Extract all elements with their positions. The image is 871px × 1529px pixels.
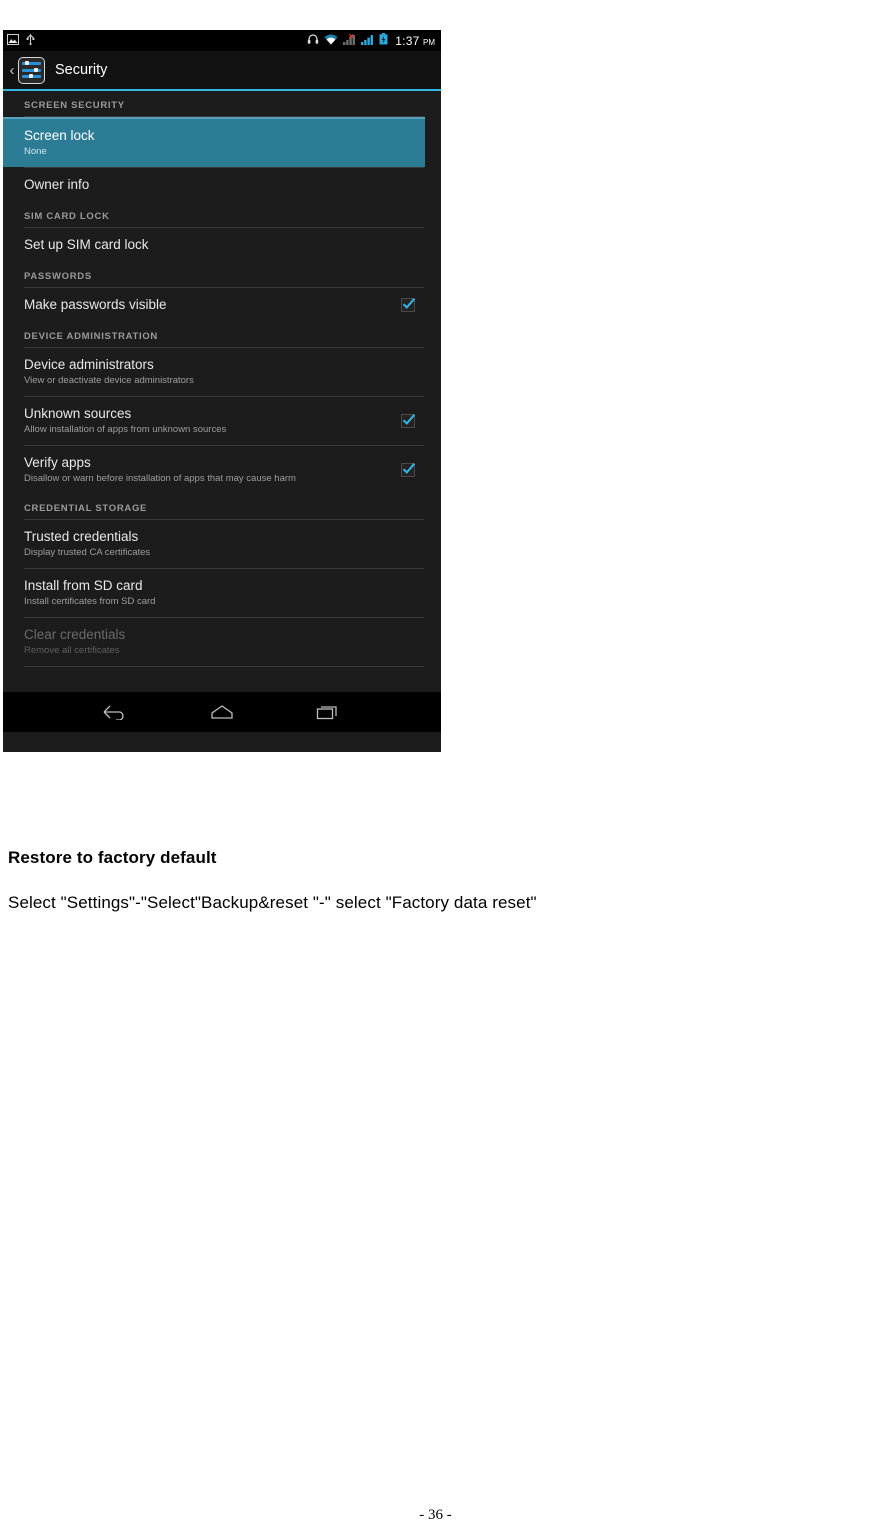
screenshot-icon bbox=[7, 32, 19, 50]
settings-row[interactable]: Make passwords visible bbox=[3, 288, 441, 322]
android-screenshot: 1:37 PM ‹ Security SCREEN SECURITY Screen… bbox=[3, 30, 441, 752]
row-title: Trusted credentials bbox=[24, 529, 139, 544]
row-checkbox[interactable] bbox=[401, 463, 416, 477]
settings-row[interactable]: Verify apps Disallow or warn before insta… bbox=[3, 446, 441, 494]
no-sim-signal-icon bbox=[343, 32, 356, 50]
clock-time: 1:37 bbox=[395, 33, 420, 48]
status-bar-clock: 1:37 PM bbox=[395, 35, 435, 47]
slider-bar-1 bbox=[22, 61, 41, 66]
page-number-footer: - 36 - bbox=[419, 1507, 452, 1523]
row-title: Screen lock bbox=[24, 128, 95, 143]
settings-row: Clear credentials Remove all certificates bbox=[3, 618, 441, 666]
row-checkbox[interactable] bbox=[401, 414, 416, 428]
row-subtitle: View or deactivate device administrators bbox=[24, 375, 194, 386]
clock-meridiem: PM bbox=[423, 37, 435, 47]
settings-row[interactable]: Device administrators View or deactivate … bbox=[3, 348, 441, 396]
headset-icon bbox=[307, 32, 319, 50]
section-header: PASSWORDS bbox=[24, 271, 92, 282]
section-heading: Restore to factory default bbox=[8, 848, 217, 867]
row-title: Owner info bbox=[24, 177, 90, 192]
row-subtitle: Install certificates from SD card bbox=[24, 596, 156, 607]
settings-row[interactable]: Install from SD card Install certificates… bbox=[3, 569, 441, 617]
usb-icon bbox=[26, 32, 35, 50]
battery-icon bbox=[379, 32, 388, 50]
status-bar-right-icons: 1:37 PM bbox=[307, 32, 435, 50]
status-bar: 1:37 PM bbox=[3, 30, 441, 51]
settings-row[interactable]: Screen lock None bbox=[3, 117, 425, 167]
row-subtitle: None bbox=[24, 146, 47, 157]
settings-row[interactable]: Owner info bbox=[3, 168, 441, 202]
settings-row[interactable]: Trusted credentials Display trusted CA ce… bbox=[3, 520, 441, 568]
section-header: SIM CARD LOCK bbox=[24, 211, 110, 222]
row-title: Set up SIM card lock bbox=[24, 237, 149, 252]
row-title: Make passwords visible bbox=[24, 297, 167, 312]
recents-nav-icon[interactable] bbox=[308, 704, 348, 720]
section-header: DEVICE ADMINISTRATION bbox=[24, 331, 158, 342]
settings-row[interactable]: Set up SIM card lock bbox=[3, 228, 441, 262]
row-subtitle: Display trusted CA certificates bbox=[24, 547, 151, 558]
row-title: Unknown sources bbox=[24, 406, 132, 421]
settings-row[interactable]: Unknown sources Allow installation of app… bbox=[3, 397, 441, 445]
row-title: Clear credentials bbox=[24, 627, 126, 642]
row-checkbox[interactable] bbox=[401, 298, 416, 312]
status-bar-left-icons bbox=[7, 32, 35, 50]
page-title: Security bbox=[55, 62, 108, 78]
up-chevron-icon[interactable]: ‹ bbox=[7, 63, 17, 78]
row-divider bbox=[24, 666, 424, 667]
section-header: SCREEN SECURITY bbox=[24, 100, 125, 111]
row-subtitle: Disallow or warn before installation of … bbox=[24, 473, 296, 484]
back-nav-icon[interactable] bbox=[96, 704, 136, 720]
row-subtitle: Remove all certificates bbox=[24, 645, 120, 656]
slider-bar-3 bbox=[22, 74, 41, 79]
row-title: Verify apps bbox=[24, 455, 91, 470]
section-header: CREDENTIAL STORAGE bbox=[24, 503, 148, 514]
cellular-signal-icon bbox=[361, 32, 374, 50]
slider-bar-2 bbox=[22, 67, 41, 72]
navigation-bar bbox=[3, 692, 441, 732]
instruction-paragraph: Select "Settings"-"Select"Backup&reset "… bbox=[8, 893, 537, 912]
row-title: Install from SD card bbox=[24, 578, 143, 593]
row-subtitle: Allow installation of apps from unknown … bbox=[24, 424, 227, 435]
home-nav-icon[interactable] bbox=[202, 704, 242, 720]
wifi-icon bbox=[324, 32, 338, 50]
action-bar: ‹ Security bbox=[3, 51, 441, 89]
settings-sliders-icon[interactable] bbox=[18, 56, 45, 84]
row-title: Device administrators bbox=[24, 357, 154, 372]
settings-list[interactable]: SCREEN SECURITY Screen lock None Owner info… bbox=[3, 91, 441, 692]
